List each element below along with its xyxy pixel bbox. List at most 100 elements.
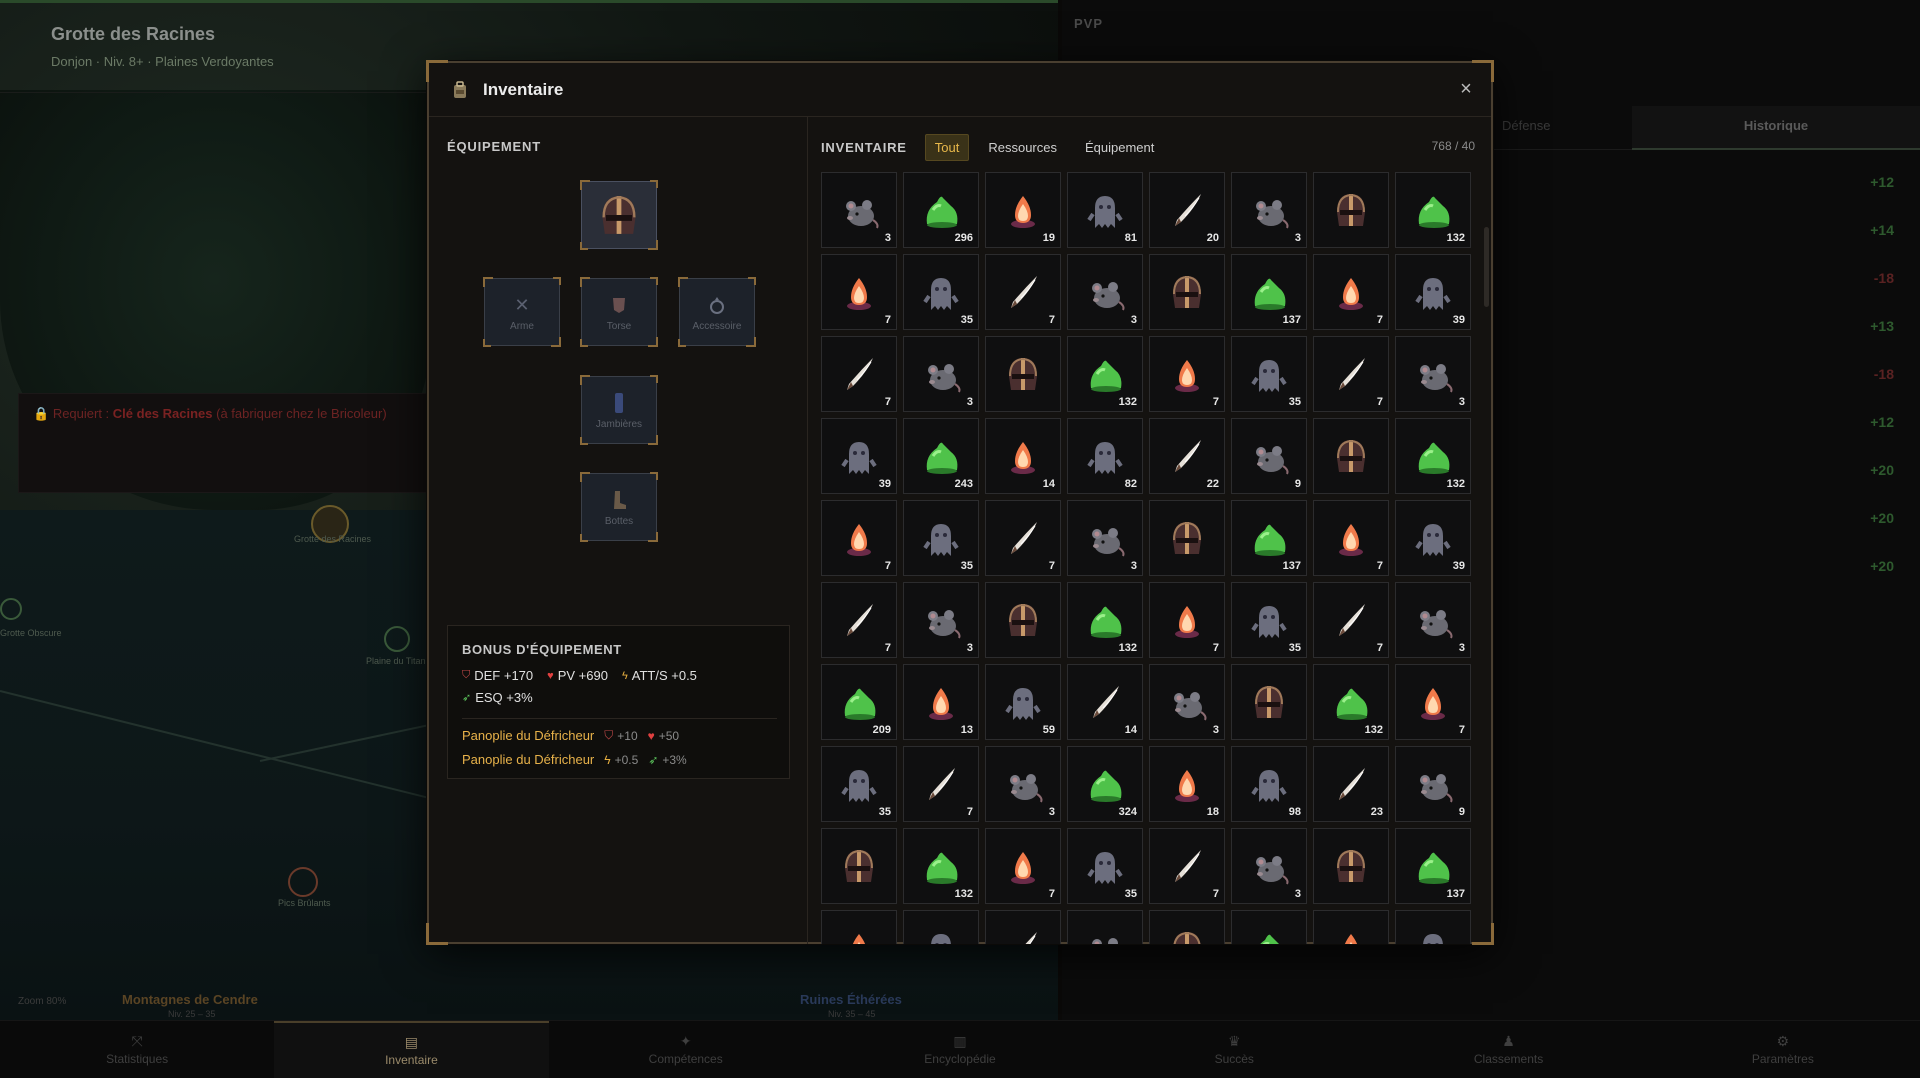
map-node-titan[interactable]	[384, 626, 410, 652]
inventory-slot[interactable]: 3	[903, 582, 979, 658]
inventory-slot[interactable]: 7	[985, 828, 1061, 904]
inventory-slot[interactable]: 3	[1395, 336, 1471, 412]
inventory-slot[interactable]: 137	[1231, 500, 1307, 576]
inventory-slot[interactable]: 132	[1313, 664, 1389, 740]
map-node-obscure[interactable]	[0, 598, 22, 620]
inventory-slot[interactable]: 39	[1395, 500, 1471, 576]
inventory-slot[interactable]: 14	[985, 418, 1061, 494]
inventory-slot[interactable]	[1313, 828, 1389, 904]
inventory-slot[interactable]: 132	[1395, 172, 1471, 248]
inventory-slot[interactable]: 9	[1395, 746, 1471, 822]
inventory-slot[interactable]	[821, 910, 897, 944]
inventory-slot[interactable]: 7	[1149, 828, 1225, 904]
tab-defense[interactable]: Défense	[1502, 118, 1550, 133]
inventory-slot[interactable]: 3	[1231, 828, 1307, 904]
inventory-slot[interactable]	[985, 336, 1061, 412]
map-node-pics[interactable]	[288, 867, 318, 897]
inventory-slot[interactable]: 296	[903, 172, 979, 248]
nav-item-inventaire[interactable]: ▤ Inventaire	[274, 1021, 549, 1078]
scrollbar[interactable]	[1484, 227, 1489, 307]
nav-item-encyclopédie[interactable]: ▥ Encyclopédie	[823, 1021, 1097, 1078]
inventory-slot[interactable]: 132	[903, 828, 979, 904]
inventory-slot[interactable]: 81	[1067, 172, 1143, 248]
inventory-slot[interactable]: 98	[1231, 746, 1307, 822]
inventory-slot[interactable]: 243	[903, 418, 979, 494]
inventory-slot[interactable]: 13	[903, 664, 979, 740]
inventory-slot[interactable]: 35	[1067, 828, 1143, 904]
inventory-slot[interactable]: 82	[1067, 418, 1143, 494]
inventory-slot[interactable]: 3	[1395, 582, 1471, 658]
inventory-slot[interactable]: 3	[821, 172, 897, 248]
close-button[interactable]: ×	[1455, 78, 1477, 100]
slot-legs[interactable]: Jambières	[580, 375, 658, 445]
inventory-slot[interactable]	[903, 910, 979, 944]
inventory-slot[interactable]: 35	[1231, 336, 1307, 412]
inventory-slot[interactable]: 3	[1149, 664, 1225, 740]
inventory-slot[interactable]: 137	[1395, 828, 1471, 904]
inventory-slot[interactable]	[1313, 418, 1389, 494]
inventory-slot[interactable]: 7	[821, 254, 897, 330]
inventory-slot[interactable]: 132	[1395, 418, 1471, 494]
filter-tab-resources[interactable]: Ressources	[979, 135, 1066, 160]
inventory-slot[interactable]: 7	[1313, 336, 1389, 412]
inventory-slot[interactable]: 18	[1149, 746, 1225, 822]
slot-accessory[interactable]: Accessoire	[678, 277, 756, 347]
filter-tab-equipment[interactable]: Équipement	[1076, 135, 1163, 160]
inventory-slot[interactable]: 7	[1313, 254, 1389, 330]
inventory-slot[interactable]: 7	[1149, 336, 1225, 412]
inventory-slot[interactable]: 35	[903, 254, 979, 330]
inventory-slot[interactable]: 209	[821, 664, 897, 740]
inventory-slot[interactable]: 22	[1149, 418, 1225, 494]
nav-item-compétences[interactable]: ✦ Compétences	[549, 1021, 823, 1078]
slot-torso[interactable]: Torse	[580, 277, 658, 347]
inventory-slot[interactable]: 9	[1231, 418, 1307, 494]
slot-head[interactable]	[580, 180, 658, 250]
nav-item-succès[interactable]: ♛ Succès	[1097, 1021, 1371, 1078]
inventory-slot[interactable]: 7	[1313, 582, 1389, 658]
inventory-slot[interactable]: 3	[903, 336, 979, 412]
inventory-slot[interactable]	[1231, 664, 1307, 740]
inventory-slot[interactable]: 3	[1067, 500, 1143, 576]
inventory-slot[interactable]	[1395, 910, 1471, 944]
filter-tab-all[interactable]: Tout	[924, 133, 970, 161]
inventory-slot[interactable]: 7	[821, 336, 897, 412]
inventory-slot[interactable]: 23	[1313, 746, 1389, 822]
inventory-slot[interactable]: 7	[985, 254, 1061, 330]
inventory-slot[interactable]	[1149, 500, 1225, 576]
inventory-slot[interactable]	[985, 910, 1061, 944]
inventory-slot[interactable]: 324	[1067, 746, 1143, 822]
inventory-slot[interactable]: 39	[1395, 254, 1471, 330]
inventory-slot[interactable]	[1313, 910, 1389, 944]
inventory-slot[interactable]: 7	[1149, 582, 1225, 658]
inventory-slot[interactable]: 137	[1231, 254, 1307, 330]
slot-weapon[interactable]: ✕ Arme	[483, 277, 561, 347]
inventory-slot[interactable]: 19	[985, 172, 1061, 248]
inventory-slot[interactable]: 35	[821, 746, 897, 822]
inventory-slot[interactable]	[985, 582, 1061, 658]
inventory-slot[interactable]: 7	[1313, 500, 1389, 576]
set-name[interactable]: Panoplie du Défricheur	[462, 752, 594, 767]
inventory-slot[interactable]: 20	[1149, 172, 1225, 248]
inventory-slot[interactable]	[821, 828, 897, 904]
inventory-slot[interactable]: 39	[821, 418, 897, 494]
inventory-slot[interactable]: 7	[821, 500, 897, 576]
inventory-slot[interactable]: 3	[1067, 254, 1143, 330]
inventory-slot[interactable]: 59	[985, 664, 1061, 740]
tab-history[interactable]: Historique	[1632, 106, 1920, 150]
inventory-slot[interactable]	[1149, 254, 1225, 330]
inventory-slot[interactable]: 7	[903, 746, 979, 822]
inventory-slot[interactable]: 35	[1231, 582, 1307, 658]
inventory-slot[interactable]: 7	[821, 582, 897, 658]
inventory-slot[interactable]: 132	[1067, 336, 1143, 412]
slot-boots[interactable]: Bottes	[580, 472, 658, 542]
inventory-slot[interactable]: 3	[1231, 172, 1307, 248]
nav-item-classements[interactable]: ♟ Classements	[1371, 1021, 1645, 1078]
inventory-slot[interactable]: 132	[1067, 582, 1143, 658]
set-name[interactable]: Panoplie du Défricheur	[462, 728, 594, 743]
nav-item-statistiques[interactable]: ⤧ Statistiques	[0, 1021, 274, 1078]
inventory-slot[interactable]	[1313, 172, 1389, 248]
inventory-slot[interactable]: 7	[1395, 664, 1471, 740]
inventory-slot[interactable]	[1067, 910, 1143, 944]
inventory-slot[interactable]: 35	[903, 500, 979, 576]
inventory-slot[interactable]: 3	[985, 746, 1061, 822]
